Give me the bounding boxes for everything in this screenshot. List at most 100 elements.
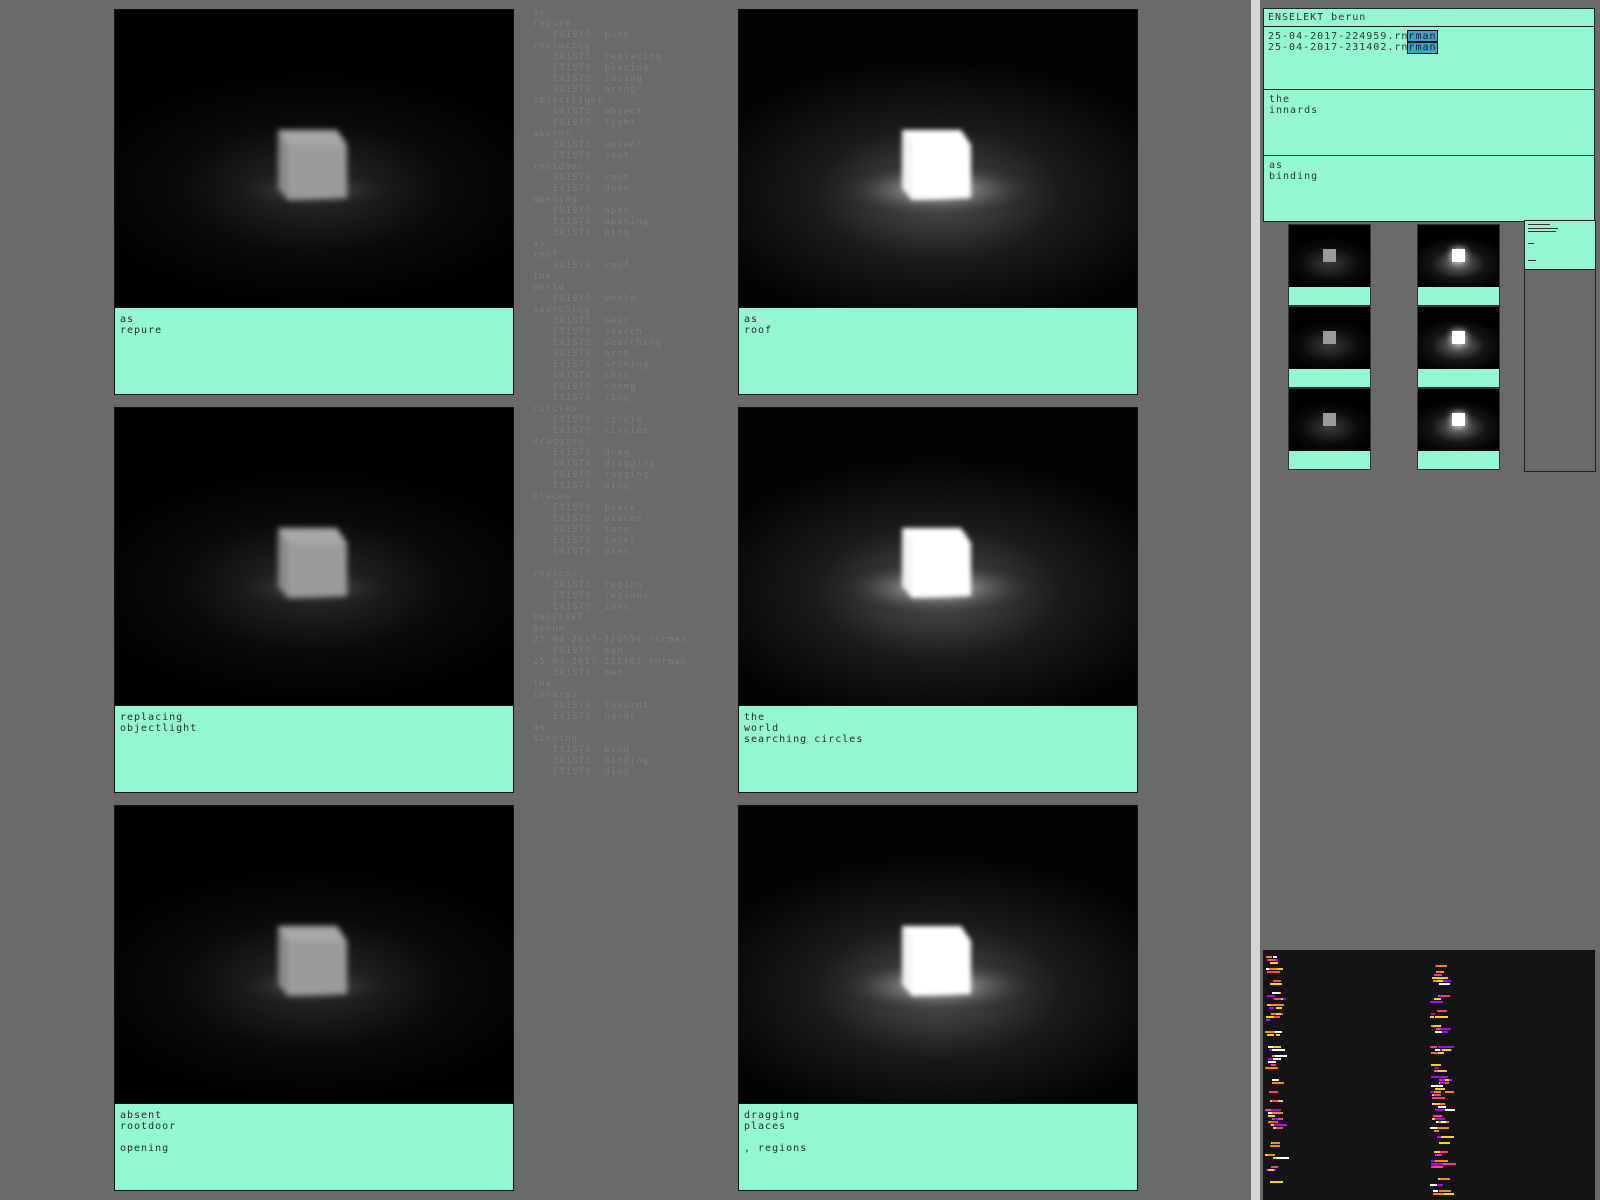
render-image — [739, 10, 1137, 307]
render-panel: replacing objectlight — [114, 407, 514, 793]
thumbnail[interactable] — [1288, 388, 1371, 470]
track-segment — [1442, 1031, 1448, 1033]
log-line: opening — [533, 195, 578, 205]
track-segment — [1433, 1190, 1438, 1192]
track-segment — [1269, 995, 1275, 997]
log-line: EXISTS pure — [553, 30, 631, 40]
sidebar-text-line: as — [1269, 160, 1284, 171]
caption-line — [120, 336, 508, 347]
log-line: EXISTS nards — [553, 712, 637, 722]
thumbnail[interactable] — [1417, 224, 1500, 306]
track-segment — [1441, 1076, 1448, 1078]
minimap-preview — [1525, 221, 1595, 256]
track-segment — [1267, 1034, 1274, 1036]
track-segment — [1440, 1178, 1450, 1180]
file-ext-highlight[interactable]: rman — [1407, 41, 1438, 54]
thumbnail[interactable] — [1417, 388, 1500, 470]
log-line: EXISTS roof — [553, 261, 631, 271]
log-line: binding — [533, 734, 578, 744]
track-segment — [1435, 1160, 1448, 1162]
track-segment — [1273, 1058, 1281, 1060]
track-segment — [1441, 1028, 1451, 1030]
log-line: world — [533, 283, 566, 293]
track-segment — [1271, 1166, 1278, 1168]
track-segment — [1268, 1115, 1275, 1117]
caption-line: objectlight — [120, 723, 198, 734]
log-line: as — [533, 723, 546, 733]
track-segment — [1277, 968, 1283, 970]
cube-shape — [1323, 249, 1336, 262]
track-segment — [1266, 956, 1272, 958]
caption-line — [120, 1132, 508, 1143]
caption-line: dragging — [744, 1110, 801, 1121]
log-line: EXISTS search — [553, 327, 643, 337]
sidebar-text-line: the — [1269, 94, 1291, 105]
file-item[interactable]: 25-04-2017-231402.rnrman — [1268, 41, 1590, 54]
log-line: EXISTS ions — [553, 602, 631, 612]
log-line: EXISTS acing — [553, 85, 637, 95]
session-box: ENSELEKT berun 25-04-2017-224959.rnrman … — [1263, 8, 1595, 90]
pane-divider[interactable] — [1251, 0, 1260, 1200]
thumbnail-image — [1418, 389, 1499, 451]
thumbnail[interactable] — [1417, 306, 1500, 388]
track-segment — [1272, 1100, 1278, 1102]
log-line: EXISTS aces — [553, 547, 631, 557]
log-line: EXISTS door — [553, 184, 631, 194]
caption-line: opening — [120, 1143, 170, 1154]
caption-box: dragging places , regions — [739, 1103, 1137, 1190]
track-segment — [1266, 1019, 1270, 1021]
file-ext-highlight[interactable]: rman — [1407, 30, 1438, 43]
cube-render — [828, 926, 1048, 1016]
caption-line: world — [744, 723, 780, 734]
log-line: EXISTS arching — [553, 360, 650, 370]
cube-shape — [1323, 413, 1336, 426]
render-panel: the world searching circles — [738, 407, 1138, 793]
render-panel: absent rootdoor opening — [114, 805, 514, 1191]
minimap[interactable] — [1524, 220, 1596, 472]
thumbnail-caption — [1289, 369, 1370, 387]
log-line: places — [533, 492, 572, 502]
track-segment — [1265, 1067, 1278, 1069]
thumbnail-caption — [1418, 451, 1499, 469]
track-segment — [1434, 1094, 1441, 1096]
log-line: EXISTS place — [553, 503, 637, 513]
caption-line — [744, 745, 1132, 756]
log-line: the — [533, 272, 553, 282]
track-segment — [1269, 968, 1277, 970]
log-line: EXISTS innards — [553, 701, 650, 711]
caption-line: as — [120, 314, 135, 325]
log-line: EXISTS regions — [553, 591, 650, 601]
track-segment — [1438, 1052, 1444, 1054]
track-segment — [1435, 1193, 1441, 1195]
caption-line — [744, 336, 1132, 347]
log-line: as — [533, 8, 546, 18]
caption-line: replacing — [120, 712, 184, 723]
track-segment — [1441, 995, 1450, 997]
track-segment — [1433, 1025, 1441, 1027]
thumbnail[interactable] — [1288, 306, 1371, 388]
track-segment — [1434, 998, 1441, 1000]
track-segment — [1272, 1049, 1285, 1051]
track-segment — [1430, 1001, 1443, 1003]
log-line: EXISTS open — [553, 206, 631, 216]
track-segment — [1274, 1016, 1280, 1018]
track-segment — [1437, 1184, 1443, 1186]
render-panel: as repure — [114, 9, 514, 395]
log-line: 25-04-2017-231402.rnrman — [533, 657, 688, 667]
log-line: EXISTS laces — [553, 536, 637, 546]
track-segment — [1434, 1091, 1441, 1093]
log-line: EXISTS places — [553, 514, 643, 524]
thumbnail-caption — [1289, 451, 1370, 469]
log-line: searching — [533, 305, 591, 315]
track-segment — [1436, 965, 1447, 967]
file-item[interactable]: 25-04-2017-224959.rnrman — [1268, 30, 1590, 43]
track-segment — [1436, 971, 1444, 973]
track-segment — [1269, 1091, 1278, 1093]
word-log: as repure EXISTS pure replacing EXISTS repla… — [533, 8, 733, 778]
log-line: EXISTS ragging — [553, 470, 650, 480]
log-line: dragging — [533, 437, 585, 447]
track-segment — [1274, 998, 1281, 1000]
track-segment — [1435, 1067, 1439, 1069]
thumbnail[interactable] — [1288, 224, 1371, 306]
track-segment — [1273, 1121, 1278, 1123]
